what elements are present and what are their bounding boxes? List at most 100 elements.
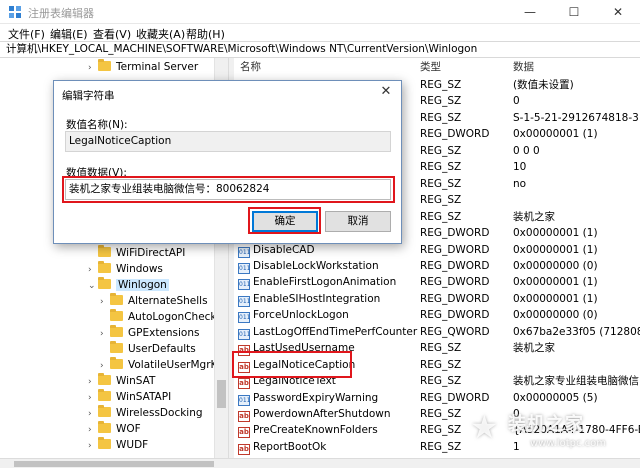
value-data: 0x00000000 (0) (513, 259, 598, 272)
value-type: REG_SZ (420, 408, 462, 420)
value-type: REG_DWORD (420, 292, 490, 305)
value-name-label: 数值名称(N): (66, 119, 128, 131)
cancel-button[interactable]: 取消 (325, 211, 391, 232)
value-data: 装机之家 (513, 210, 555, 223)
folder-icon (98, 405, 111, 417)
edit-string-dialog: 编辑字符串 ✕ 数值名称(N): LegalNoticeCaption 数值数据… (53, 80, 402, 244)
value-name-text: PasswordExpiryWarning (253, 391, 379, 404)
chevron-right-icon[interactable]: › (88, 422, 98, 438)
tree-item-autologonchecked[interactable]: AutoLogonChecked (100, 309, 228, 325)
string-value-icon: ab (238, 378, 250, 390)
value-type: REG_DWORD (420, 276, 490, 289)
tree-item-wof[interactable]: › WOF (88, 421, 141, 437)
column-data[interactable]: 数据 (513, 58, 534, 76)
value-type: REG_SZ (420, 358, 462, 371)
tree-item-terminal-server[interactable]: › Terminal Server (88, 59, 198, 75)
chevron-right-icon[interactable]: › (88, 374, 98, 390)
minimize-button[interactable]: — (508, 0, 552, 24)
value-name-field[interactable]: LegalNoticeCaption (65, 131, 391, 152)
chevron-right-icon[interactable]: › (88, 406, 98, 422)
tree-item-windows[interactable]: › Windows (88, 261, 163, 277)
column-name[interactable]: 名称 (240, 58, 261, 76)
value-type: REG_SZ (420, 144, 462, 157)
value-data: 0x00000001 (1) (513, 227, 598, 240)
watermark-url: www.lotpc.com (530, 438, 606, 449)
highlight-box (248, 207, 321, 234)
menu-file[interactable]: 文件(F) (8, 26, 45, 42)
tree-item-winsat[interactable]: › WinSAT (88, 373, 155, 389)
value-data: no (513, 177, 527, 190)
tree-item-alternateshells[interactable]: › AlternateShells (100, 293, 208, 309)
value-type: REG_SZ (420, 177, 462, 190)
value-data: (数值未设置) (513, 79, 574, 91)
binary-value-icon: 011 (238, 262, 251, 274)
binary-value-icon: 011 (238, 295, 251, 307)
highlight-box (232, 351, 352, 378)
value-name-text: PowerdownAfterShutdown (253, 408, 391, 420)
value-data: 0x00000001 (1) (513, 243, 598, 256)
address-bar[interactable]: 计算机\HKEY_LOCAL_MACHINE\SOFTWARE\Microsof… (0, 41, 640, 58)
value-row[interactable]: 011 DisableLockWorkstation REG_DWORD 0x0000… (234, 258, 640, 275)
tree-item-wudf[interactable]: › WUDF (88, 437, 148, 453)
value-name-text: EnableSIHostIntegration (253, 292, 381, 305)
value-name: 011 EnableFirstLogonAnimation (238, 274, 396, 291)
tree-item-wirelessdocking[interactable]: › WirelessDocking (88, 405, 203, 421)
folder-icon (98, 389, 111, 401)
chevron-right-icon[interactable]: › (100, 326, 110, 342)
value-type: REG_DWORD (420, 227, 490, 240)
tree-item-volatileusermgrkey[interactable]: › VolatileUserMgrKey (100, 357, 228, 373)
menu-view[interactable]: 查看(V) (93, 26, 131, 42)
value-name: 011 LastLogOffEndTimePerfCounter (238, 324, 417, 341)
chevron-right-icon[interactable]: › (100, 294, 110, 310)
scrollbar-thumb[interactable] (14, 461, 214, 467)
folder-icon (110, 357, 123, 369)
value-type: REG_SZ (420, 95, 462, 108)
value-name-text: PreCreateKnownFolders (253, 424, 378, 437)
scrollbar-thumb[interactable] (217, 380, 226, 408)
value-data: 装机之家专业组装电脑微信 (513, 375, 639, 388)
chevron-right-icon[interactable]: › (88, 60, 98, 76)
tree-item-winsatapi[interactable]: › WinSATAPI (88, 389, 171, 405)
value-name-text: ForceUnlockLogon (253, 309, 349, 322)
chevron-right-icon[interactable]: › (88, 262, 98, 278)
string-value-icon: ab (238, 443, 250, 455)
value-row[interactable]: 011 ForceUnlockLogon REG_DWORD 0x00000000 (… (234, 307, 640, 324)
maximize-button[interactable]: ☐ (552, 0, 596, 24)
value-type: REG_DWORD (420, 309, 490, 322)
chevron-right-icon[interactable]: › (88, 390, 98, 406)
star-icon: ★ (470, 408, 499, 446)
value-data: 装机之家 (513, 342, 555, 355)
value-name-text: DisableCAD (253, 243, 315, 256)
value-type: REG_SZ (420, 161, 462, 174)
value-data: 0x00000000 (0) (513, 309, 598, 322)
column-type[interactable]: 类型 (420, 58, 441, 76)
folder-icon (110, 309, 123, 321)
chevron-right-icon[interactable]: › (88, 438, 98, 454)
close-button[interactable]: ✕ (596, 0, 640, 24)
value-row[interactable]: 011 EnableSIHostIntegration REG_DWORD 0x000… (234, 291, 640, 308)
value-row[interactable]: 011 LastLogOffEndTimePerfCounter REG_QWORD… (234, 324, 640, 341)
title-bar: 注册表编辑器 — ☐ ✕ (0, 0, 640, 24)
chevron-right-icon[interactable]: › (100, 358, 110, 374)
menu-help[interactable]: 帮助(H) (186, 26, 225, 42)
tree-item-gpextensions[interactable]: › GPExtensions (100, 325, 200, 341)
chevron-down-icon[interactable]: ⌄ (88, 278, 98, 294)
value-data: 0 (513, 95, 520, 108)
value-type: REG_QWORD (420, 325, 490, 338)
string-value-icon: ab (238, 411, 250, 422)
binary-value-icon: 011 (238, 328, 251, 340)
folder-icon (98, 245, 111, 257)
tree-item-userdefaults[interactable]: UserDefaults (100, 341, 196, 357)
tree-item-wifidirectapi[interactable]: WiFiDirectAPI (88, 245, 185, 261)
dialog-title: 编辑字符串 (62, 90, 115, 102)
value-row[interactable]: 011 EnableFirstLogonAnimation REG_DWORD 0x0… (234, 274, 640, 291)
menu-edit[interactable]: 编辑(E) (50, 26, 88, 42)
value-name: 011 DisableLockWorkstation (238, 258, 379, 275)
tree-item-winlogon[interactable]: ⌄ Winlogon (88, 277, 169, 293)
menu-favorites[interactable]: 收藏夹(A) (136, 26, 185, 42)
value-name-text: DisableLockWorkstation (253, 259, 379, 272)
folder-icon (98, 261, 111, 273)
binary-value-icon: 011 (238, 394, 251, 406)
dialog-close-button[interactable]: ✕ (377, 83, 395, 101)
value-type: REG_SZ (420, 342, 462, 355)
